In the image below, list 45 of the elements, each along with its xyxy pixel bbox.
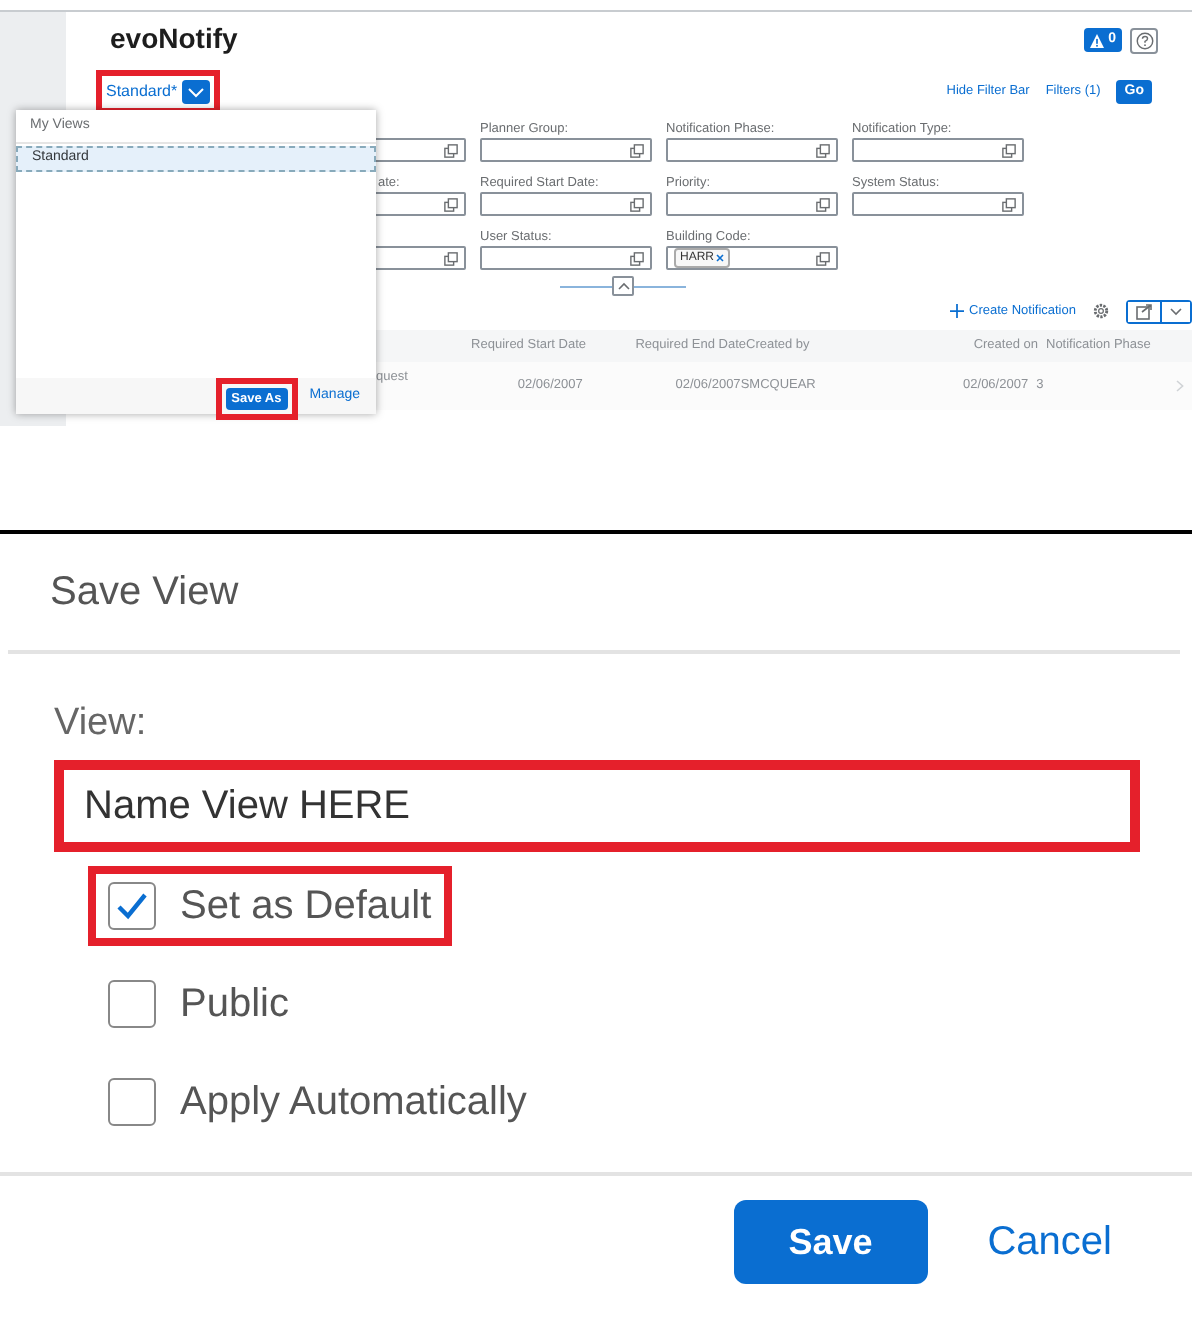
checkbox-label: Apply Automatically [180,1078,527,1128]
value-help-icon [630,197,644,211]
settings-icon[interactable] [1092,302,1110,320]
value-help-icon [444,143,458,157]
checkbox-label: Set as Default [180,882,432,932]
filter-field[interactable] [480,246,652,270]
close-icon[interactable] [716,254,725,262]
collapse-button[interactable] [612,276,634,296]
filter-field[interactable] [480,192,652,216]
checkbox[interactable] [108,882,156,930]
filter-field[interactable] [852,192,1024,216]
view-selector[interactable]: Standard* [106,80,210,104]
export-icon [1136,303,1152,319]
value-help-icon [630,251,644,265]
value-help-icon [816,251,830,265]
value-help-icon [444,251,458,265]
warning-icon [1090,33,1105,47]
filter-field[interactable] [852,138,1024,162]
help-icon [1135,32,1153,50]
value-help-icon [816,197,830,211]
cancel-button[interactable]: Cancel [987,1212,1112,1272]
checkmark-icon [116,892,148,920]
chevron-right-icon [1175,380,1184,392]
checkbox-label: Public [180,980,289,1030]
caret-up-icon [617,282,629,290]
dropdown-button[interactable] [1160,301,1190,321]
plus-icon [949,304,964,318]
caret-down-icon [187,87,204,97]
caret-down-icon [1170,307,1182,315]
filter-field[interactable] [666,192,838,216]
value-help-icon [816,143,830,157]
app-logo: evoNotify [110,20,238,58]
view-name-field[interactable]: Name View HERE [54,760,1140,852]
checkbox[interactable] [108,980,156,1028]
dialog-title: Save View [50,568,239,618]
value-help-icon [1002,197,1016,211]
checkbox[interactable] [108,1078,156,1126]
help-button[interactable] [1130,28,1158,54]
save-button[interactable]: Save [733,1200,928,1284]
filter-field[interactable] [666,138,838,162]
filter-field[interactable] [480,138,652,162]
value-help-icon [630,143,644,157]
value-help-icon [1002,143,1016,157]
value-help-icon [444,197,458,211]
field-label: View: [54,702,147,744]
